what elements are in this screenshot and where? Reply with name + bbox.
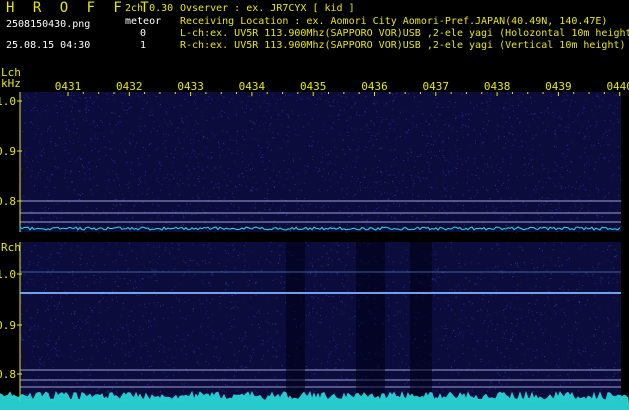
rch-freq-tick-label: 0.9 — [0, 319, 16, 332]
lch-freq-tick-label: 0.8 — [0, 195, 16, 208]
rch-signal-gap — [356, 242, 385, 397]
time-tick-label: 0436 — [361, 80, 388, 93]
time-tick-label: 0431 — [55, 80, 82, 93]
time-tick-label: 0438 — [484, 80, 511, 93]
time-tick-label: 0439 — [545, 80, 572, 93]
lch-spectrogram-bg — [20, 92, 621, 232]
rch-label: Rch — [1, 241, 21, 254]
time-tick-label: 0432 — [116, 80, 143, 93]
spectrogram-area: 1.00.90.81.00.90.8LchkHzRch0431043204330… — [0, 66, 629, 410]
image-filename: 2508150430.png — [6, 19, 91, 30]
rch-signal-gap — [410, 242, 432, 397]
observer-text: Ovserver : ex. JR7CYX [ kid ] — [180, 3, 355, 14]
r-meteor-count: 1 — [140, 40, 147, 51]
rch-signal-gap — [286, 242, 305, 397]
lch-freq-tick-label: 1.0 — [0, 95, 16, 108]
channel-mode: 2ch 0.30 — [125, 3, 174, 14]
meteor-label: meteor — [125, 16, 162, 27]
time-tick-label: 0440 — [606, 80, 629, 93]
lch-freq-tick-label: 0.9 — [0, 145, 16, 158]
capture-datetime: 25.08.15 04:30 — [6, 40, 91, 51]
rch-spectrogram-bg — [20, 242, 621, 402]
time-tick-label: 0434 — [239, 80, 266, 93]
l-channel-text: L-ch:ex. UV5R 113.900Mhz(SAPPORO VOR)USB… — [180, 28, 629, 39]
time-tick-label: 0433 — [177, 80, 204, 93]
rch-freq-tick-label: 0.8 — [0, 368, 16, 381]
l-meteor-count: 0 — [140, 28, 147, 39]
time-tick-label: 0437 — [423, 80, 450, 93]
time-tick-label: 0435 — [300, 80, 327, 93]
r-channel-text: R-ch:ex. UV5R 113.900Mhz(SAPPORO VOR)USB… — [180, 40, 626, 51]
khz-label: kHz — [1, 77, 21, 90]
location-text: Receiving Location : ex. Aomori City Aom… — [180, 16, 608, 27]
rch-freq-tick-label: 1.0 — [0, 268, 16, 281]
